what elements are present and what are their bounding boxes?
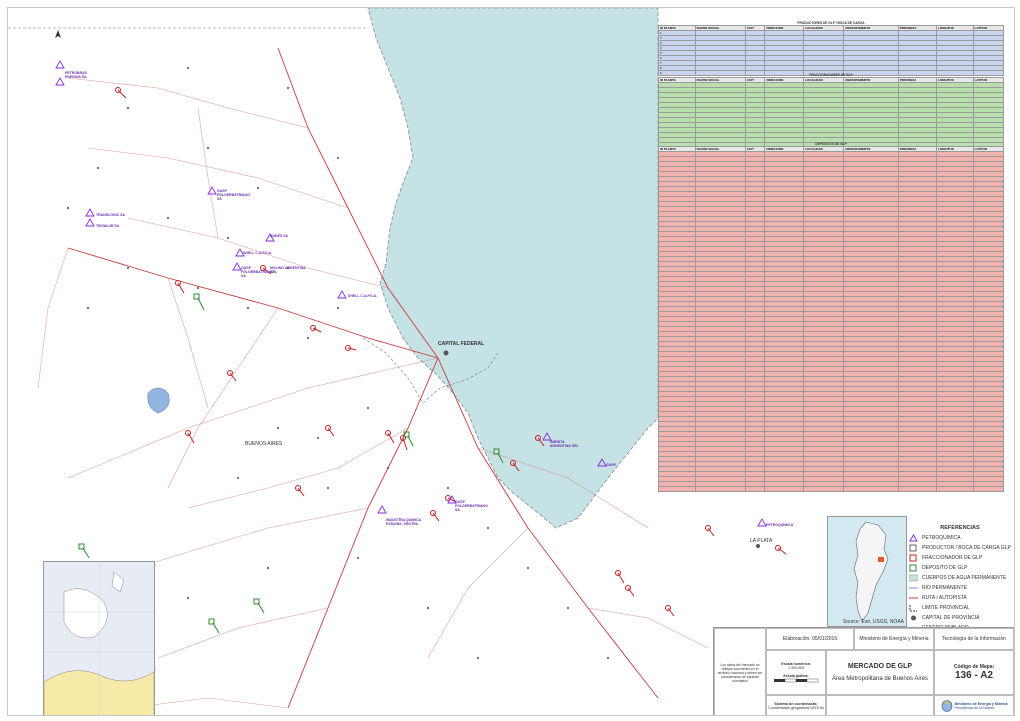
facility-label: GASP FOLGERBATRIANO SA (455, 500, 488, 512)
table-cell (897, 486, 938, 492)
area-highlight (878, 557, 884, 562)
facility-label: SHELL C.A.P.S.A. (243, 251, 273, 255)
inset-source: Source: Esri, USGS, NOAA (842, 619, 904, 625)
facility-label: MOLINO ARGENTINA SRL (270, 266, 306, 274)
tecnologia-label: Tecnología de la Información (934, 628, 1014, 650)
legend-item: CAPITAL DE PROVINCIA (906, 613, 1014, 623)
legend-item: CUERPOS DE AGUA PERMANENTE (906, 573, 1014, 583)
fractionators-table: ID PLANTA RAZON SOCIAL CUIT DIRECCION LOCALI… (658, 77, 1004, 148)
table-cell (803, 486, 845, 492)
facility-label: INDUSTRIA QUIMICA ESSIONS, SROTPA (386, 518, 421, 526)
deposits-table: ID PLANTA RAZON SOCIAL CUIT DIRECCION LOCALI… (658, 146, 1004, 492)
square-icon (908, 554, 918, 562)
facility-label: TRIVALUR SA (96, 224, 120, 228)
map-code-block: Código de Mapa: 136 - A2 (934, 650, 1014, 695)
scale-num: 1:300.000 (788, 666, 804, 670)
lake (147, 387, 170, 414)
triangle-icon (908, 534, 918, 542)
elaboracion-date: Elaboración: 05/01/2016 (766, 628, 854, 650)
ministry-logo: Ministerio de Energía y Minería Presiden… (934, 695, 1014, 715)
facility-label: ANDES SA (270, 234, 289, 238)
table-cell (972, 486, 1004, 492)
antarctic-inset (43, 561, 155, 715)
title-block: Los datos del mercado no reflejan volume… (713, 627, 1014, 715)
la-plata-marker (756, 544, 760, 548)
facility-label: GASP FOLGERBATRIANO SA (217, 189, 250, 201)
scale-bar (774, 678, 819, 683)
rio-de-la-plata (367, 8, 659, 529)
map-code: 136 - A2 (955, 670, 993, 681)
table-cell (936, 486, 974, 492)
facility-label: SHELL C.A.P.S.A. (348, 294, 378, 298)
facility-label: SMRHTA ARGENTINA SRL (550, 440, 579, 448)
legend-item: FRACCIONADOR DE GLP (906, 553, 1014, 563)
legend-item: PETROQUIMICA (906, 533, 1014, 543)
table-cell (658, 486, 696, 492)
facility-label: TRANSLOGIC SA (96, 213, 125, 217)
line-icon (908, 584, 918, 592)
north-arrow-icon (55, 30, 61, 38)
legend-item: DEPOSITO DE GLP (906, 563, 1014, 573)
legend-item: PRODUCTOR / BOCA DE CARGA GLP (906, 543, 1014, 553)
coordinate-system: Sistema de coordenadas: Coordenadas geog… (766, 695, 826, 715)
producers-table: ID PLANTA RAZON SOCIAL CUIT DIRECCION LOCALI… (658, 25, 1004, 76)
facility-label: PETROBRAS ENERGIA SA (65, 71, 87, 79)
facility-label: GASP (606, 463, 616, 467)
argentina-silhouette (853, 521, 889, 622)
map-title: MERCADO DE GLP (847, 663, 913, 670)
square-icon (908, 564, 918, 572)
map-area: Área Metropolitana de Buenos Aires (831, 676, 929, 682)
map-title-block: MERCADO DE GLP Área Metropolitana de Bue… (826, 650, 934, 695)
facility-label: PETROQUIMICA (766, 523, 794, 527)
legend-title: REFERENCIAS (940, 525, 980, 531)
logo-line2: Presidencia de la Nación (954, 706, 995, 710)
table-row (658, 486, 1004, 492)
dot-icon (908, 614, 918, 622)
empty-cell (826, 695, 934, 715)
square-icon (908, 544, 918, 552)
inset-map: Source: Esri, USGS, NOAA (827, 516, 907, 627)
legend: REFERENCIAS PETROQUIMICA PRODUCTOR / BOC… (906, 525, 1014, 631)
legend-item: RUTA / AUTOPISTA (906, 593, 1014, 603)
road-icon (908, 594, 918, 602)
coat-of-arms-icon (941, 700, 952, 712)
la-plata-label: LA PLATA (750, 538, 773, 544)
limit-icon (908, 604, 918, 612)
table-cell (694, 486, 747, 492)
legend-item: RIO PERMANENTE (906, 583, 1014, 593)
table-cell (843, 486, 899, 492)
map-frame: CAPITAL FEDERAL LA PLATA BUENOS AIRES BU… (7, 7, 1015, 716)
disclaimer: Los datos del mercado no reflejan volume… (714, 628, 766, 715)
table-cell (764, 486, 805, 492)
scale-block: Escala numérica: 1:300.000 Escala gráfic… (766, 650, 826, 695)
coord-value: Coordenadas geográficas WGS 84 (768, 706, 824, 710)
ministerio-label: Ministerio de Energía y Minería (854, 628, 934, 650)
buenos-aires-label: BUENOS AIRES (245, 441, 283, 447)
legend-item: LIMITE PROVINCIAL (906, 603, 1014, 613)
table-cell (744, 486, 766, 492)
capital-label: CAPITAL FEDERAL (438, 341, 485, 347)
water-icon (908, 574, 918, 582)
capital-federal-marker (443, 350, 449, 356)
